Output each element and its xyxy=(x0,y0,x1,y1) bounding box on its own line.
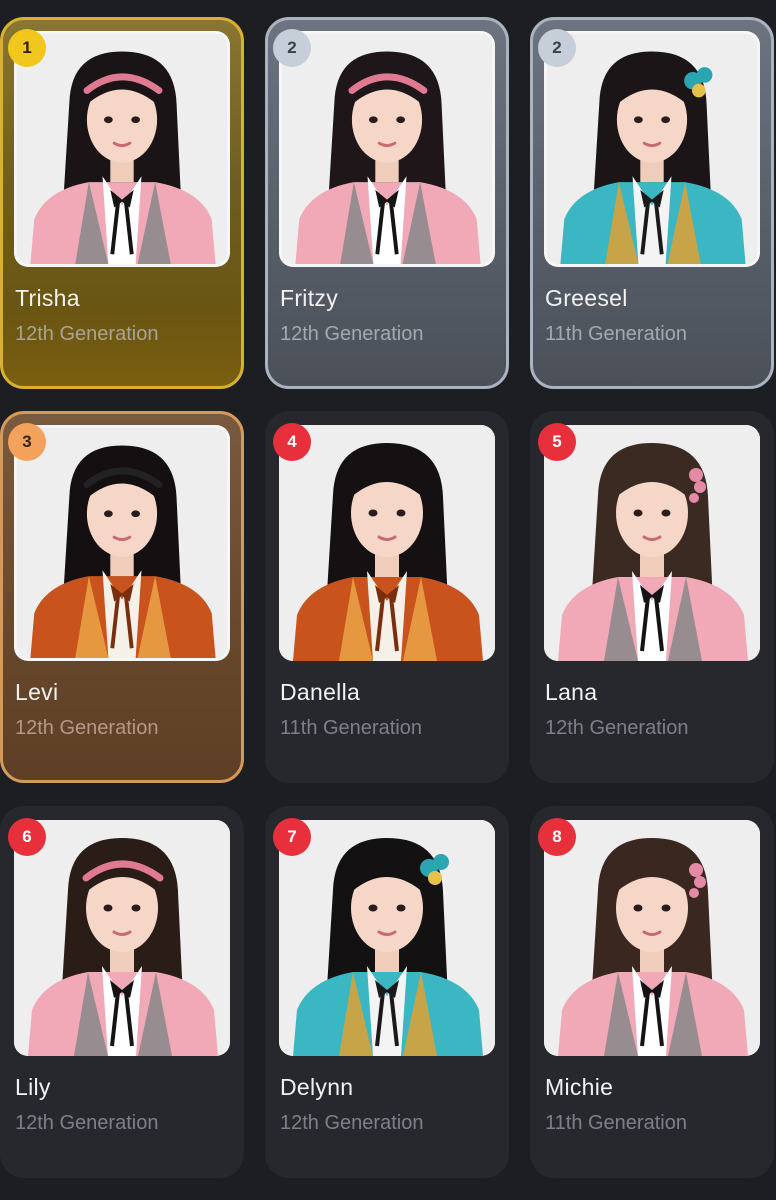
member-photo xyxy=(14,425,230,661)
member-photo xyxy=(279,425,495,661)
member-name: Lana xyxy=(545,679,598,705)
member-generation: 11th Generation xyxy=(545,323,687,345)
rank-badge: 4 xyxy=(273,423,311,461)
member-photo xyxy=(279,820,495,1056)
rank-badge: 5 xyxy=(538,423,576,461)
member-generation: 12th Generation xyxy=(280,323,424,345)
member-generation: 12th Generation xyxy=(15,717,159,739)
member-name: Trisha xyxy=(15,285,80,311)
member-photo xyxy=(544,31,760,267)
member-card[interactable]: 7 Delynn 12th Generation xyxy=(265,806,509,1178)
member-generation: 12th Generation xyxy=(280,1112,424,1134)
rank-badge: 2 xyxy=(538,29,576,67)
member-photo-svg xyxy=(279,820,495,1056)
member-generation: 11th Generation xyxy=(280,717,422,739)
member-photo-svg xyxy=(282,34,492,264)
member-photo-svg xyxy=(279,425,495,661)
member-name: Levi xyxy=(15,679,59,705)
member-photo-svg xyxy=(14,820,230,1056)
rank-badge: 1 xyxy=(8,29,46,67)
member-photo xyxy=(544,425,760,661)
member-generation: 12th Generation xyxy=(15,1112,159,1134)
rank-badge: 2 xyxy=(273,29,311,67)
member-card[interactable]: 1 Trisha 12th Generation xyxy=(0,17,244,389)
member-card[interactable]: 2 Fritzy 12th Generation xyxy=(265,17,509,389)
member-photo-svg xyxy=(544,820,760,1056)
member-generation: 12th Generation xyxy=(545,717,689,739)
member-photo xyxy=(14,31,230,267)
member-card[interactable]: 5 Lana 12th Generation xyxy=(530,411,774,783)
rank-badge: 6 xyxy=(8,818,46,856)
member-card[interactable]: 8 Michie 11th Generation xyxy=(530,806,774,1178)
member-photo xyxy=(14,820,230,1056)
rank-badge: 8 xyxy=(538,818,576,856)
member-card[interactable]: 2 Greesel 11th Generation xyxy=(530,17,774,389)
member-name: Danella xyxy=(280,679,361,705)
member-card[interactable]: 4 Danella 11th Generation xyxy=(265,411,509,783)
member-photo-svg xyxy=(547,34,757,264)
member-card[interactable]: 3 Levi 12th Generation xyxy=(0,411,244,783)
member-photo xyxy=(544,820,760,1056)
member-name: Greesel xyxy=(545,285,628,311)
member-photo xyxy=(279,31,495,267)
member-generation: 12th Generation xyxy=(15,323,159,345)
rank-badge: 3 xyxy=(8,423,46,461)
member-name: Michie xyxy=(545,1074,614,1100)
member-name: Fritzy xyxy=(280,285,339,311)
member-photo-svg xyxy=(17,428,227,658)
member-photo-svg xyxy=(17,34,227,264)
member-photo-svg xyxy=(544,425,760,661)
member-name: Delynn xyxy=(280,1074,354,1100)
member-ranking-grid: 1 Trisha 12th Generation 2 Fritzy 12th G… xyxy=(0,0,776,1200)
member-card[interactable]: 6 Lily 12th Generation xyxy=(0,806,244,1178)
rank-badge: 7 xyxy=(273,818,311,856)
member-name: Lily xyxy=(15,1074,51,1100)
member-generation: 11th Generation xyxy=(545,1112,687,1134)
